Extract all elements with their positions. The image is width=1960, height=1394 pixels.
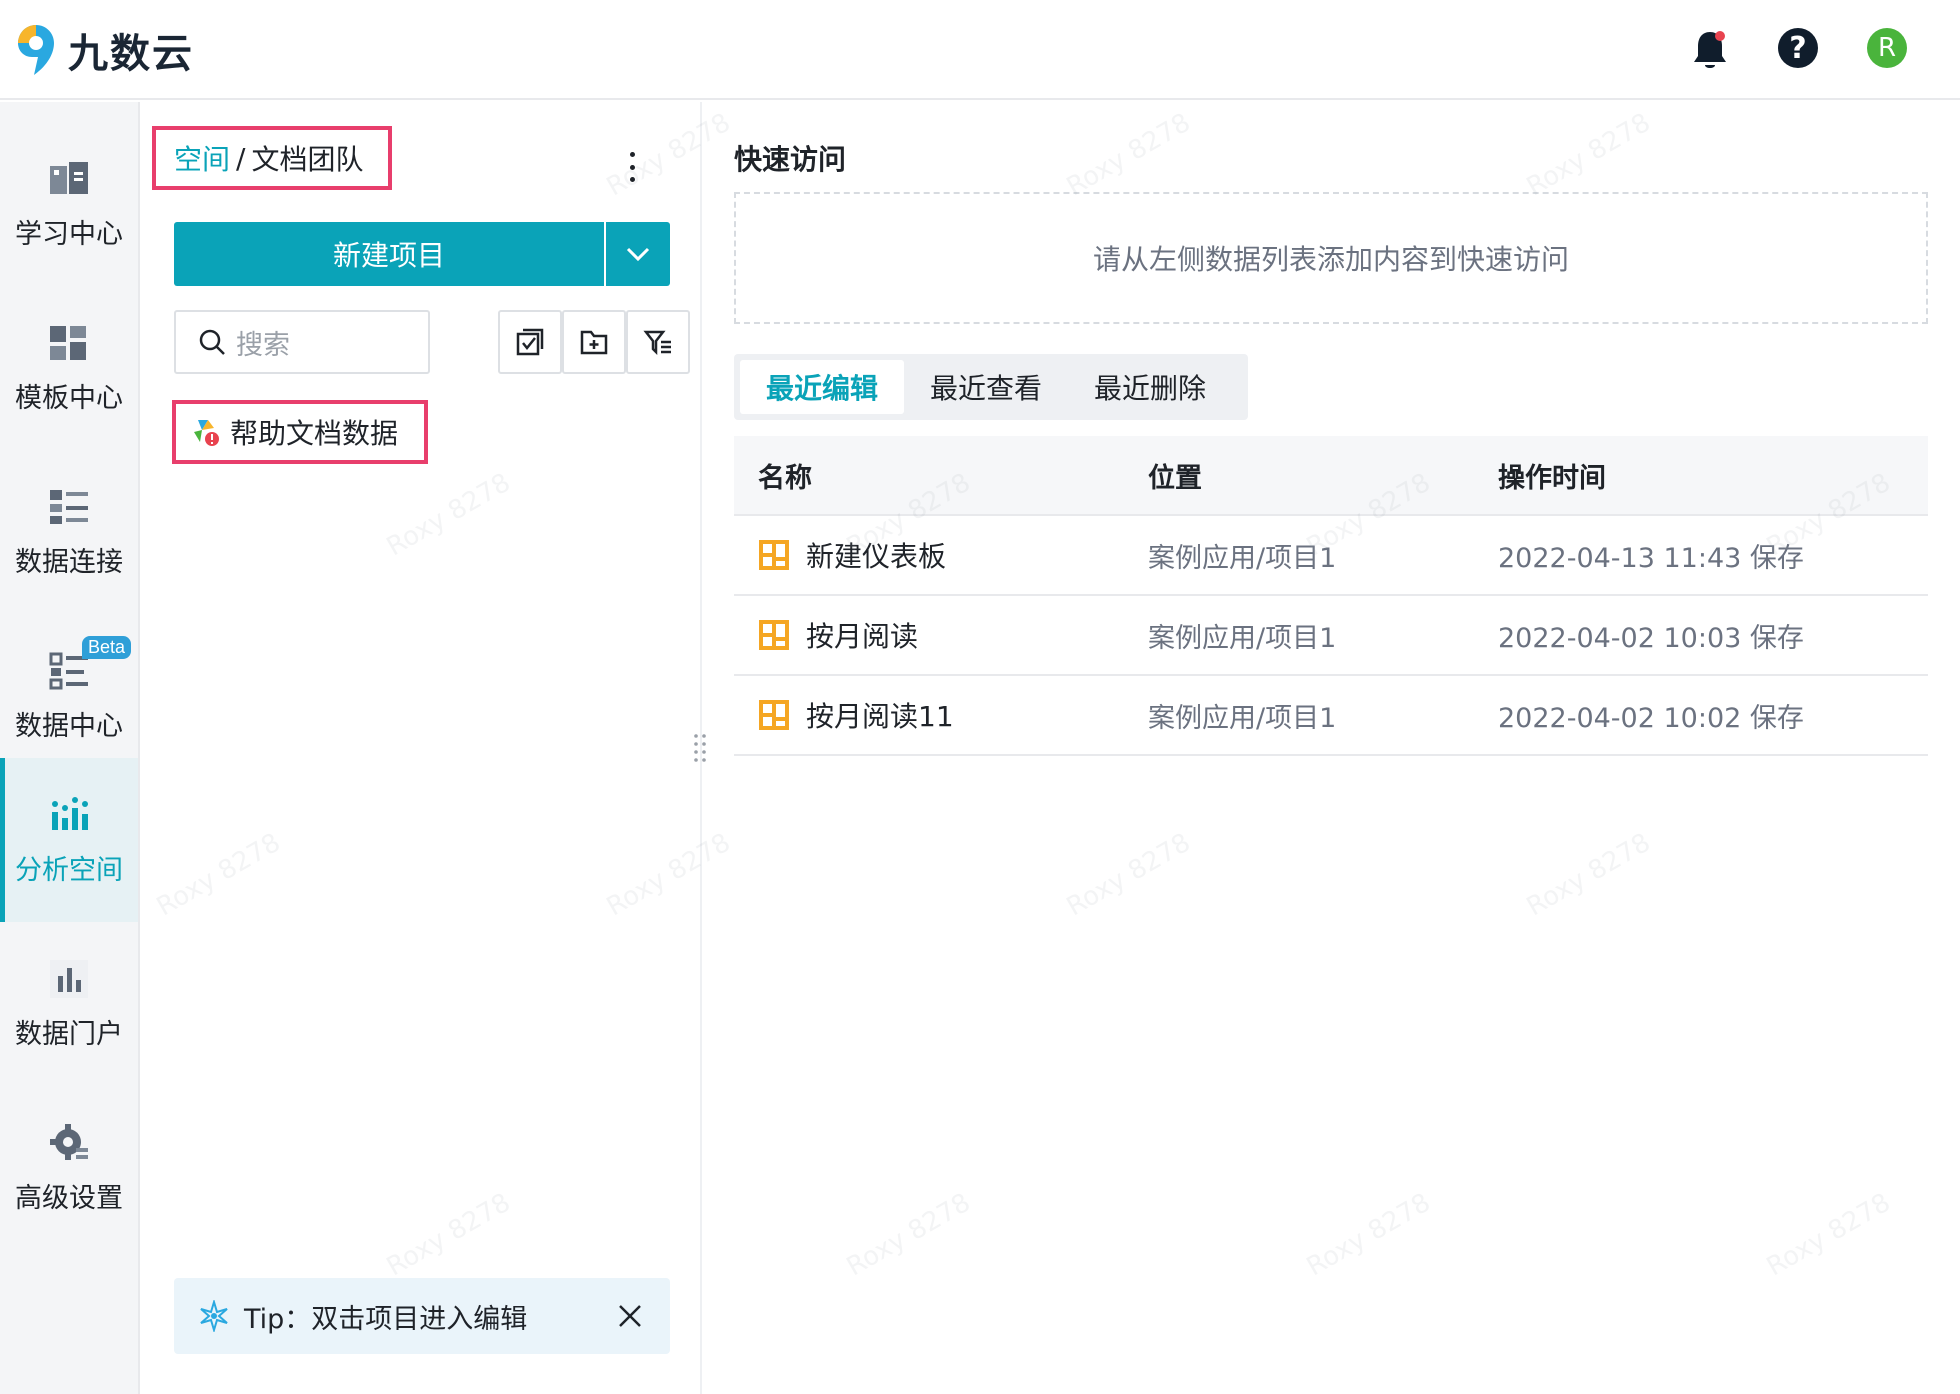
recent-table: 名称 位置 操作时间 新建仪表板 案例应用/项目1 2022-04-13 11:… [734,436,1928,756]
analysis-icon [52,796,88,830]
main-content: 快速访问 请从左侧数据列表添加内容到快速访问 最近编辑 最近查看 最近删除 名称… [704,102,1960,1394]
folder-add-icon [580,330,608,355]
user-avatar[interactable]: R [1867,28,1907,68]
table-row[interactable]: 新建仪表板 案例应用/项目1 2022-04-13 11:43 保存 [734,516,1928,596]
nav-item-advanced-settings[interactable]: 高级设置 [0,1086,138,1250]
nav-item-learning[interactable]: 学习中心 [0,122,138,286]
dashboard-icon [759,620,789,650]
filter-icon [643,330,671,356]
dashboard-icon [759,540,789,570]
quick-access-dropzone: 请从左侧数据列表添加内容到快速访问 [734,192,1928,324]
top-bar: 九数云 ? R [0,0,1960,100]
project-panel: 空间 / 文档团队 新建项目 搜索 帮助文档数据 Tip：双击项目进入编辑 [142,102,702,1394]
nav-item-analysis-space[interactable]: 分析空间 [0,758,138,922]
row-name: 按月阅读11 [806,700,954,733]
portal-icon [50,959,88,998]
close-icon[interactable] [616,1302,644,1330]
tab-recent-view[interactable]: 最近查看 [904,360,1068,414]
table-header: 名称 位置 操作时间 [734,436,1928,516]
settings-gear-icon [50,1123,88,1160]
beta-badge: Beta [82,636,132,659]
tip-text: Tip：双击项目进入编辑 [244,1303,528,1335]
row-location: 案例应用/项目1 [1148,542,1337,574]
table-row[interactable]: 按月阅读 案例应用/项目1 2022-04-02 10:03 保存 [734,596,1928,676]
new-project-button[interactable]: 新建项目 [174,222,604,286]
nav-item-data-connect[interactable]: 数据连接 [0,450,138,614]
tab-recent-deleted[interactable]: 最近删除 [1068,360,1232,414]
tree-item-label: 帮助文档数据 [230,417,399,450]
row-time: 2022-04-13 11:43 保存 [1498,542,1804,574]
tree-item-help-docs[interactable]: 帮助文档数据 [172,400,428,464]
help-icon[interactable]: ? [1778,28,1818,68]
row-location: 案例应用/项目1 [1148,702,1337,734]
nav-item-data-portal[interactable]: 数据门户 [0,922,138,1086]
multi-select-button[interactable] [498,310,562,374]
column-header-location: 位置 [1148,462,1202,494]
filter-button[interactable] [626,310,690,374]
chevron-down-icon [626,247,650,262]
logo-icon [18,25,54,75]
row-name-cell: 按月阅读 [734,615,1148,655]
sparkle-icon [200,1300,228,1332]
tab-recent-edit[interactable]: 最近编辑 [740,360,905,414]
book-icon [50,161,88,194]
search-icon [199,329,225,355]
nav-item-data-center[interactable]: Beta 数据中心 [0,614,138,778]
quick-access-empty-text: 请从左侧数据列表添加内容到快速访问 [1092,243,1569,276]
template-icon [50,325,86,360]
row-location: 案例应用/项目1 [1148,622,1337,654]
app-name: 九数云 [68,31,194,77]
new-project-dropdown[interactable] [606,222,670,286]
left-nav: 学习中心 模板中心 数据连接 Beta 数据中心 分析空间 数据门户 高级设置 [0,102,140,1394]
tip-banner: Tip：双击项目进入编辑 [174,1278,670,1354]
row-name: 新建仪表板 [806,540,947,573]
app-logo[interactable]: 九数云 [14,20,194,80]
column-header-name: 名称 [758,462,812,494]
search-input[interactable]: 搜索 [174,310,430,374]
breadcrumb-current: 文档团队 [251,143,364,176]
data-connect-icon [50,489,88,524]
nav-item-templates[interactable]: 模板中心 [0,286,138,450]
breadcrumb-root-link[interactable]: 空间 [174,138,230,178]
search-placeholder: 搜索 [236,329,290,361]
dashboard-icon [759,700,789,730]
new-folder-button[interactable] [562,310,626,374]
row-name-cell: 新建仪表板 [734,535,1148,575]
notification-button[interactable] [1690,28,1730,76]
column-header-time: 操作时间 [1498,462,1606,494]
project-error-icon [194,420,219,446]
more-options-icon[interactable] [626,152,638,182]
table-row[interactable]: 按月阅读11 案例应用/项目1 2022-04-02 10:02 保存 [734,676,1928,756]
breadcrumb-separator: / [236,141,246,175]
breadcrumb: 空间 / 文档团队 [152,126,392,190]
new-project-button-group: 新建项目 [174,222,670,286]
recent-tabs: 最近编辑 最近查看 最近删除 [734,354,1248,420]
row-name: 按月阅读 [806,620,919,653]
row-time: 2022-04-02 10:03 保存 [1498,622,1804,654]
quick-access-title: 快速访问 [734,143,847,176]
row-time: 2022-04-02 10:02 保存 [1498,702,1804,734]
bell-icon [1694,31,1726,68]
row-name-cell: 按月阅读11 [734,695,1148,735]
checkbox-select-icon [516,328,544,356]
